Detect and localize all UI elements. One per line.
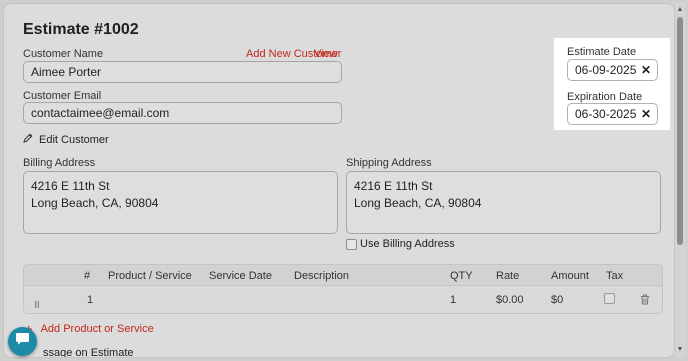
expiration-date-value: 06-30-2025 — [575, 107, 637, 121]
add-product-label: Add Product or Service — [40, 322, 154, 335]
scroll-down-arrow-icon[interactable]: ▼ — [676, 346, 684, 354]
message-on-estimate-label: ssage on Estimate — [43, 347, 134, 358]
scrollbar-thumb[interactable] — [677, 17, 683, 245]
estimate-date-value: 06-09-2025 — [575, 63, 637, 77]
row-qty[interactable]: 1 — [450, 294, 456, 306]
scroll-up-arrow-icon[interactable]: ▲ — [676, 6, 684, 14]
expiration-date-field[interactable]: 06-30-2025 ✕ — [567, 103, 658, 125]
col-header-amount: Amount — [551, 270, 589, 282]
col-header-tax: Tax — [606, 270, 624, 282]
scrollbar[interactable]: ▲ ▼ — [675, 3, 685, 358]
row-tax-checkbox[interactable] — [604, 293, 615, 304]
expiration-date-label: Expiration Date — [567, 91, 643, 103]
chat-bubble-icon — [15, 332, 30, 351]
customer-name-field[interactable]: Aimee Porter — [23, 61, 342, 83]
shipping-line1: 4216 E 11th St — [354, 179, 433, 193]
use-billing-checkbox[interactable] — [346, 239, 357, 250]
row-rate[interactable]: $0.00 — [496, 294, 524, 306]
row-amount: $0 — [551, 294, 564, 306]
col-header-description: Description — [294, 270, 350, 282]
estimate-date-field[interactable]: 06-09-2025 ✕ — [567, 59, 658, 81]
customer-email-value: contactaimee@email.com — [31, 106, 170, 120]
edit-customer-button[interactable]: Edit Customer — [23, 133, 109, 146]
drag-handle-icon[interactable] — [35, 295, 39, 313]
customer-email-field[interactable]: contactaimee@email.com — [23, 102, 342, 124]
billing-line1: 4216 E 11th St — [31, 179, 110, 193]
shipping-line2: Long Beach, CA, 90804 — [354, 196, 482, 210]
page-title: Estimate #1002 — [23, 21, 139, 38]
col-header-rate: Rate — [496, 270, 520, 282]
shipping-address-label: Shipping Address — [346, 157, 432, 169]
line-items-table: # Product / Service Service Date Descrip… — [23, 264, 663, 314]
col-header-product: Product / Service — [108, 270, 192, 282]
dates-section: Estimate Date 06-09-2025 ✕ Expiration Da… — [554, 38, 670, 130]
billing-address-label: Billing Address — [23, 157, 96, 169]
table-header: # Product / Service Service Date Descrip… — [24, 265, 662, 286]
col-header-qty: QTY — [450, 270, 473, 282]
pencil-icon — [23, 133, 33, 146]
col-header-service-date: Service Date — [209, 270, 272, 282]
add-product-button[interactable]: + Add Product or Service — [25, 321, 154, 336]
col-header-index: # — [84, 270, 91, 282]
use-billing-label: Use Billing Address — [360, 238, 455, 250]
view-customer-link[interactable]: View — [314, 48, 338, 60]
customer-name-value: Aimee Porter — [31, 65, 102, 79]
clear-expiration-date-icon[interactable]: ✕ — [641, 107, 651, 121]
chat-launcher-button[interactable] — [8, 327, 37, 356]
billing-address-field[interactable]: 4216 E 11th St Long Beach, CA, 90804 — [23, 171, 338, 234]
edit-customer-label: Edit Customer — [39, 133, 109, 146]
trash-icon[interactable] — [640, 292, 650, 310]
billing-line2: Long Beach, CA, 90804 — [31, 196, 159, 210]
shipping-address-field[interactable]: 4216 E 11th St Long Beach, CA, 90804 — [346, 171, 661, 234]
customer-email-label: Customer Email — [23, 90, 102, 102]
row-index: 1 — [87, 294, 94, 306]
customer-name-label: Customer Name — [23, 48, 104, 60]
clear-estimate-date-icon[interactable]: ✕ — [641, 63, 651, 77]
estimate-date-label: Estimate Date — [567, 46, 637, 58]
